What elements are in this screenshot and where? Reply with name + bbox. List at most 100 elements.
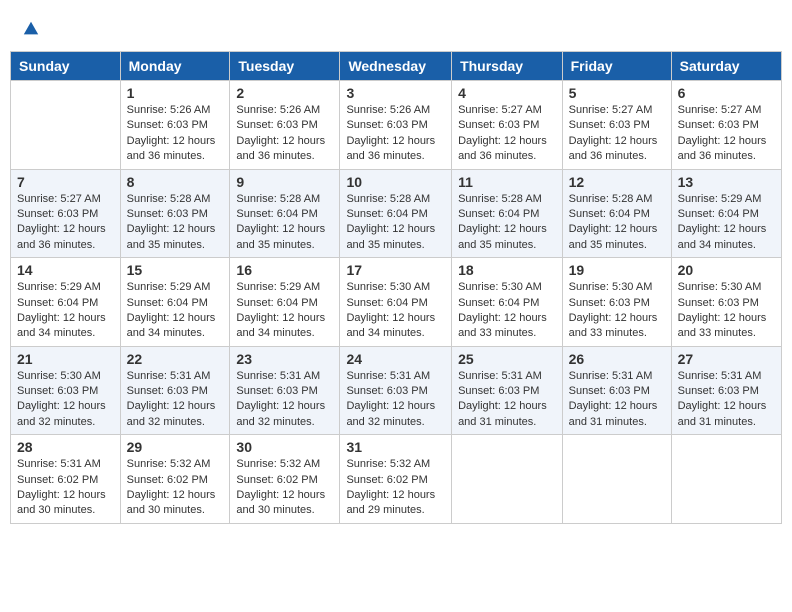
day-info: Sunrise: 5:27 AM Sunset: 6:03 PM Daylight:… [458, 103, 556, 165]
sunset-text: Sunset: 6:03 PM [127, 385, 208, 397]
daylight-hours: Daylight: 12 hours [346, 312, 435, 324]
day-number: 25 [458, 351, 556, 367]
day-info: Sunrise: 5:31 AMSunset: 6:03 PMDaylight:… [569, 369, 665, 431]
daylight-minutes: and 34 minutes. [346, 327, 424, 339]
sunrise-text: Sunrise: 5:29 AM [127, 281, 211, 293]
day-number: 10 [346, 174, 445, 190]
sunset-text: Sunset: 6:03 PM [458, 119, 539, 131]
sunrise-text: Sunrise: 5:28 AM [127, 193, 211, 205]
calendar-cell: 13Sunrise: 5:29 AMSunset: 6:04 PMDayligh… [671, 169, 781, 258]
calendar-week-row: 14 Sunrise: 5:29 AM Sunset: 6:04 PM Dayligh… [11, 258, 782, 347]
daylight-hours: Daylight: 12 hours [678, 135, 767, 147]
daylight-hours: Daylight: 12 hours [236, 135, 325, 147]
daylight-minutes: and 36 minutes. [458, 150, 536, 162]
day-info: Sunrise: 5:30 AMSunset: 6:03 PMDaylight:… [569, 280, 665, 342]
daylight-minutes: and 36 minutes. [236, 150, 314, 162]
calendar-cell: 31Sunrise: 5:32 AMSunset: 6:02 PMDayligh… [340, 435, 452, 524]
sunset-text: Sunset: 6:04 PM [458, 208, 539, 220]
day-number: 2 [236, 85, 333, 101]
sunrise-text: Sunrise: 5:29 AM [17, 281, 101, 293]
daylight-hours: Daylight: 12 hours [569, 400, 658, 412]
sunrise-text: Sunrise: 5:30 AM [17, 370, 101, 382]
sunset-text: Sunset: 6:03 PM [346, 119, 427, 131]
calendar-cell: 23Sunrise: 5:31 AMSunset: 6:03 PMDayligh… [230, 346, 340, 435]
daylight-hours: Daylight: 12 hours [127, 400, 216, 412]
calendar-cell [11, 81, 121, 170]
calendar-cell: 15Sunrise: 5:29 AMSunset: 6:04 PMDayligh… [120, 258, 230, 347]
daylight-minutes: and 36 minutes. [678, 150, 756, 162]
day-info: Sunrise: 5:27 AMSunset: 6:03 PMDaylight:… [569, 103, 665, 165]
daylight-hours: Daylight: 12 hours [17, 400, 106, 412]
day-number: 11 [458, 174, 556, 190]
day-info: Sunrise: 5:31 AMSunset: 6:02 PMDaylight:… [17, 457, 114, 519]
sunset-text: Sunset: 6:03 PM [569, 385, 650, 397]
sunset-text: Sunset: 6:03 PM [678, 297, 759, 309]
daylight-hours: Daylight: 12 hours [678, 312, 767, 324]
calendar-header-sunday: Sunday [11, 52, 121, 81]
daylight-hours: Daylight: 12 hours [346, 223, 435, 235]
calendar-cell: 24Sunrise: 5:31 AMSunset: 6:03 PMDayligh… [340, 346, 452, 435]
day-number: 16 [236, 262, 333, 278]
day-number: 7 [17, 174, 114, 190]
daylight-hours: Daylight: 12 hours [458, 135, 547, 147]
sunset-text: Sunset: 6:03 PM [458, 385, 539, 397]
daylight-hours: Daylight: 12 hours [236, 223, 325, 235]
day-info: Sunrise: 5:31 AMSunset: 6:03 PMDaylight:… [346, 369, 445, 431]
daylight-hours: Daylight: 12 hours [236, 489, 325, 501]
calendar-cell: 7 Sunrise: 5:27 AMSunset: 6:03 PMDaylight… [11, 169, 121, 258]
daylight-hours: Daylight: 12 hours [569, 135, 658, 147]
sunrise-text: Sunrise: 5:27 AM [458, 104, 542, 116]
calendar-cell: 2 Sunrise: 5:26 AMSunset: 6:03 PMDaylight… [230, 81, 340, 170]
page-header [10, 10, 782, 43]
sunrise-text: Sunrise: 5:26 AM [236, 104, 320, 116]
daylight-hours: Daylight: 12 hours [346, 400, 435, 412]
calendar-table: SundayMondayTuesdayWednesdayThursdayFrid… [10, 51, 782, 524]
sunrise-text: Sunrise: 5:29 AM [236, 281, 320, 293]
day-number: 14 [17, 262, 114, 278]
logo-icon [22, 20, 40, 38]
daylight-minutes: and 35 minutes. [236, 239, 314, 251]
day-number: 1 [127, 85, 224, 101]
daylight-hours: Daylight: 12 hours [17, 223, 106, 235]
day-info: Sunrise: 5:29 AMSunset: 6:04 PMDaylight:… [678, 192, 775, 254]
calendar-header-wednesday: Wednesday [340, 52, 452, 81]
sunset-text: Sunset: 6:04 PM [346, 208, 427, 220]
daylight-minutes: and 33 minutes. [569, 327, 647, 339]
sunrise-text: Sunrise: 5:30 AM [346, 281, 430, 293]
day-info: Sunrise: 5:27 AMSunset: 6:03 PMDaylight:… [678, 103, 775, 165]
daylight-hours: Daylight: 12 hours [236, 312, 325, 324]
sunset-text: Sunset: 6:03 PM [17, 385, 98, 397]
calendar-cell [562, 435, 671, 524]
calendar-cell: 17Sunrise: 5:30 AMSunset: 6:04 PMDayligh… [340, 258, 452, 347]
sunset-text: Sunset: 6:03 PM [17, 208, 98, 220]
daylight-hours: Daylight: 12 hours [458, 400, 547, 412]
daylight-minutes: and 34 minutes. [678, 239, 756, 251]
daylight-minutes: and 30 minutes. [236, 504, 314, 516]
sunset-text: Sunset: 6:04 PM [236, 297, 317, 309]
sunset-text: Sunset: 6:02 PM [346, 474, 427, 486]
day-info: Sunrise: 5:30 AMSunset: 6:03 PMDaylight:… [678, 280, 775, 342]
daylight-hours: Daylight: 12 hours [569, 312, 658, 324]
day-info: Sunrise: 5:32 AMSunset: 6:02 PMDaylight:… [127, 457, 224, 519]
daylight-minutes: and 34 minutes. [127, 327, 205, 339]
day-number: 19 [569, 262, 665, 278]
day-number: 15 [127, 262, 224, 278]
daylight-minutes: and 33 minutes. [678, 327, 756, 339]
daylight-minutes: and 35 minutes. [569, 239, 647, 251]
day-number: 17 [346, 262, 445, 278]
calendar-week-row: 28Sunrise: 5:31 AMSunset: 6:02 PMDayligh… [11, 435, 782, 524]
daylight-hours: Daylight: 12 hours [127, 135, 216, 147]
calendar-week-row: 21Sunrise: 5:30 AMSunset: 6:03 PMDayligh… [11, 346, 782, 435]
sunrise-text: Sunrise: 5:31 AM [17, 458, 101, 470]
day-info: Sunrise: 5:27 AMSunset: 6:03 PMDaylight:… [17, 192, 114, 254]
sunset-text: Sunset: 6:03 PM [678, 385, 759, 397]
calendar-cell: 28Sunrise: 5:31 AMSunset: 6:02 PMDayligh… [11, 435, 121, 524]
day-info: Sunrise: 5:26 AMSunset: 6:03 PMDaylight:… [236, 103, 333, 165]
calendar-cell: 14Sunrise: 5:29 AMSunset: 6:04 PMDayligh… [11, 258, 121, 347]
day-number: 8 [127, 174, 224, 190]
daylight-minutes: and 36 minutes. [127, 150, 205, 162]
sunrise-text: Sunrise: 5:32 AM [236, 458, 320, 470]
sunrise-text: Sunrise: 5:28 AM [569, 193, 653, 205]
day-number: 5 [569, 85, 665, 101]
daylight-hours: Daylight: 12 hours [127, 312, 216, 324]
